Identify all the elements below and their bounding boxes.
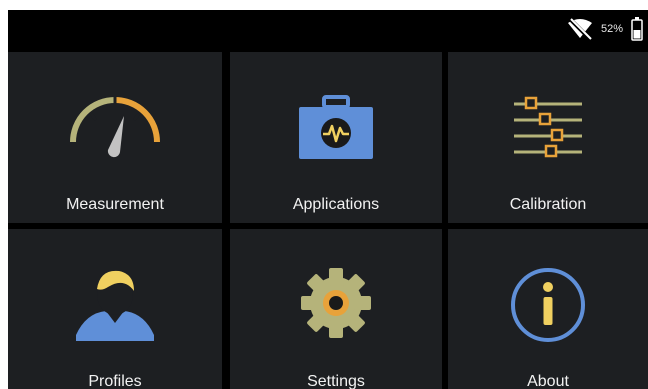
- menu-label: About: [527, 373, 569, 389]
- menu-label: Applications: [292, 196, 380, 213]
- menu-tile-settings[interactable]: Settings: [230, 229, 442, 389]
- home-screen: 52% Measurement Applications Calibration…: [8, 10, 648, 389]
- gauge-icon: [70, 97, 160, 158]
- menu-label: Measurement: [66, 196, 164, 213]
- sliders-icon: [514, 96, 582, 158]
- menu-tile-applications[interactable]: Applications: [230, 52, 442, 223]
- status-bar: 52%: [8, 10, 648, 52]
- menu-tile-profiles[interactable]: Profiles: [8, 229, 222, 389]
- menu-tile-measurement[interactable]: Measurement: [8, 52, 222, 223]
- battery-icon: [631, 17, 643, 41]
- gear-icon: [301, 268, 371, 338]
- menu-label: Settings: [307, 373, 365, 389]
- info-icon: [511, 268, 585, 342]
- user-icon: [76, 270, 154, 341]
- menu-tile-calibration[interactable]: Calibration: [448, 52, 648, 223]
- toolbox-icon: [299, 95, 373, 159]
- menu-tile-about[interactable]: About: [448, 229, 648, 389]
- wifi-off-icon: [568, 18, 592, 40]
- battery-percent: 52%: [601, 23, 624, 35]
- menu-label: Calibration: [509, 196, 587, 213]
- menu-label: Profiles: [88, 373, 142, 389]
